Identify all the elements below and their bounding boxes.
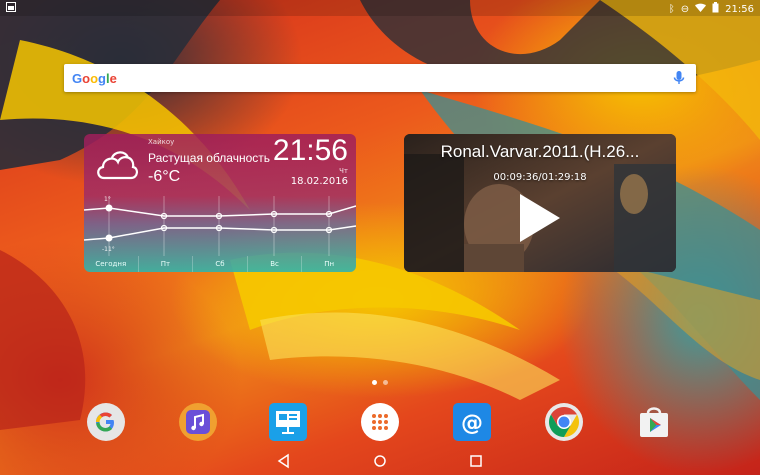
google-logo-letter: e (109, 71, 117, 86)
google-search-bar[interactable]: Google (64, 64, 696, 92)
notification-icon[interactable] (6, 2, 16, 12)
video-title: Ronal.Varvar.2011.(H.26... (440, 142, 640, 161)
dock: @ (0, 400, 760, 444)
forecast-day: Вс (246, 256, 302, 272)
forecast-days: Сегодня Пт Сб Вс Пн (84, 256, 356, 272)
forecast-day: Сегодня (95, 260, 127, 268)
all-apps-icon[interactable] (360, 402, 400, 442)
battery-icon (712, 2, 719, 16)
page-indicator (372, 380, 388, 385)
widget-date: 18.02.2016 (290, 176, 348, 187)
play-icon[interactable] (520, 194, 560, 242)
widget-day-of-week: Чт (339, 167, 348, 175)
recents-icon[interactable] (468, 453, 484, 469)
status-bar: ᛒ ⊖ 21:56 (0, 0, 760, 16)
play-store-icon[interactable] (634, 402, 674, 442)
page-dot (383, 380, 388, 385)
presentation-app-icon[interactable] (268, 402, 308, 442)
google-logo: Google (72, 71, 117, 86)
video-widget[interactable]: Ronal.Varvar.2011.(H.26... 00:09:36/01:2… (404, 134, 676, 272)
music-app-icon[interactable] (178, 402, 218, 442)
page-dot (372, 380, 377, 385)
google-logo-letter: G (72, 71, 83, 86)
wifi-icon (695, 3, 707, 15)
graph-high-label: 1° (104, 196, 111, 203)
weather-city: Хайкоу (148, 138, 175, 146)
weather-temperature: -6°C (148, 168, 181, 185)
back-icon[interactable] (276, 453, 292, 469)
graph-low-label: -11° (102, 246, 115, 253)
chrome-app-icon[interactable] (544, 402, 584, 442)
google-logo-letter: o (90, 71, 99, 86)
forecast-day: Пт (137, 256, 193, 272)
widget-clock[interactable]: 21:56 (273, 134, 348, 168)
navigation-bar (0, 448, 760, 475)
home-icon[interactable] (372, 453, 388, 469)
google-app-icon[interactable] (86, 402, 126, 442)
status-time: 21:56 (725, 3, 754, 15)
video-time: 00:09:36/01:29:18 (493, 172, 587, 183)
do-not-disturb-icon: ⊖ (680, 3, 690, 15)
google-logo-letter: o (82, 71, 91, 86)
weather-widget[interactable]: Хайкоу Растущая облачность -6°C 21:56 Чт… (84, 134, 356, 272)
forecast-day: Сб (192, 256, 247, 272)
weather-condition: Растущая облачность (148, 151, 271, 165)
forecast-day: Пн (301, 256, 356, 272)
mic-icon[interactable] (672, 70, 686, 86)
forecast-graph (84, 196, 356, 256)
google-logo-letter: g (98, 71, 106, 86)
email-app-icon[interactable]: @ (452, 402, 492, 442)
bluetooth-icon: ᛒ (668, 3, 675, 15)
svg-text:@: @ (461, 411, 483, 436)
cloud-icon (97, 151, 138, 180)
